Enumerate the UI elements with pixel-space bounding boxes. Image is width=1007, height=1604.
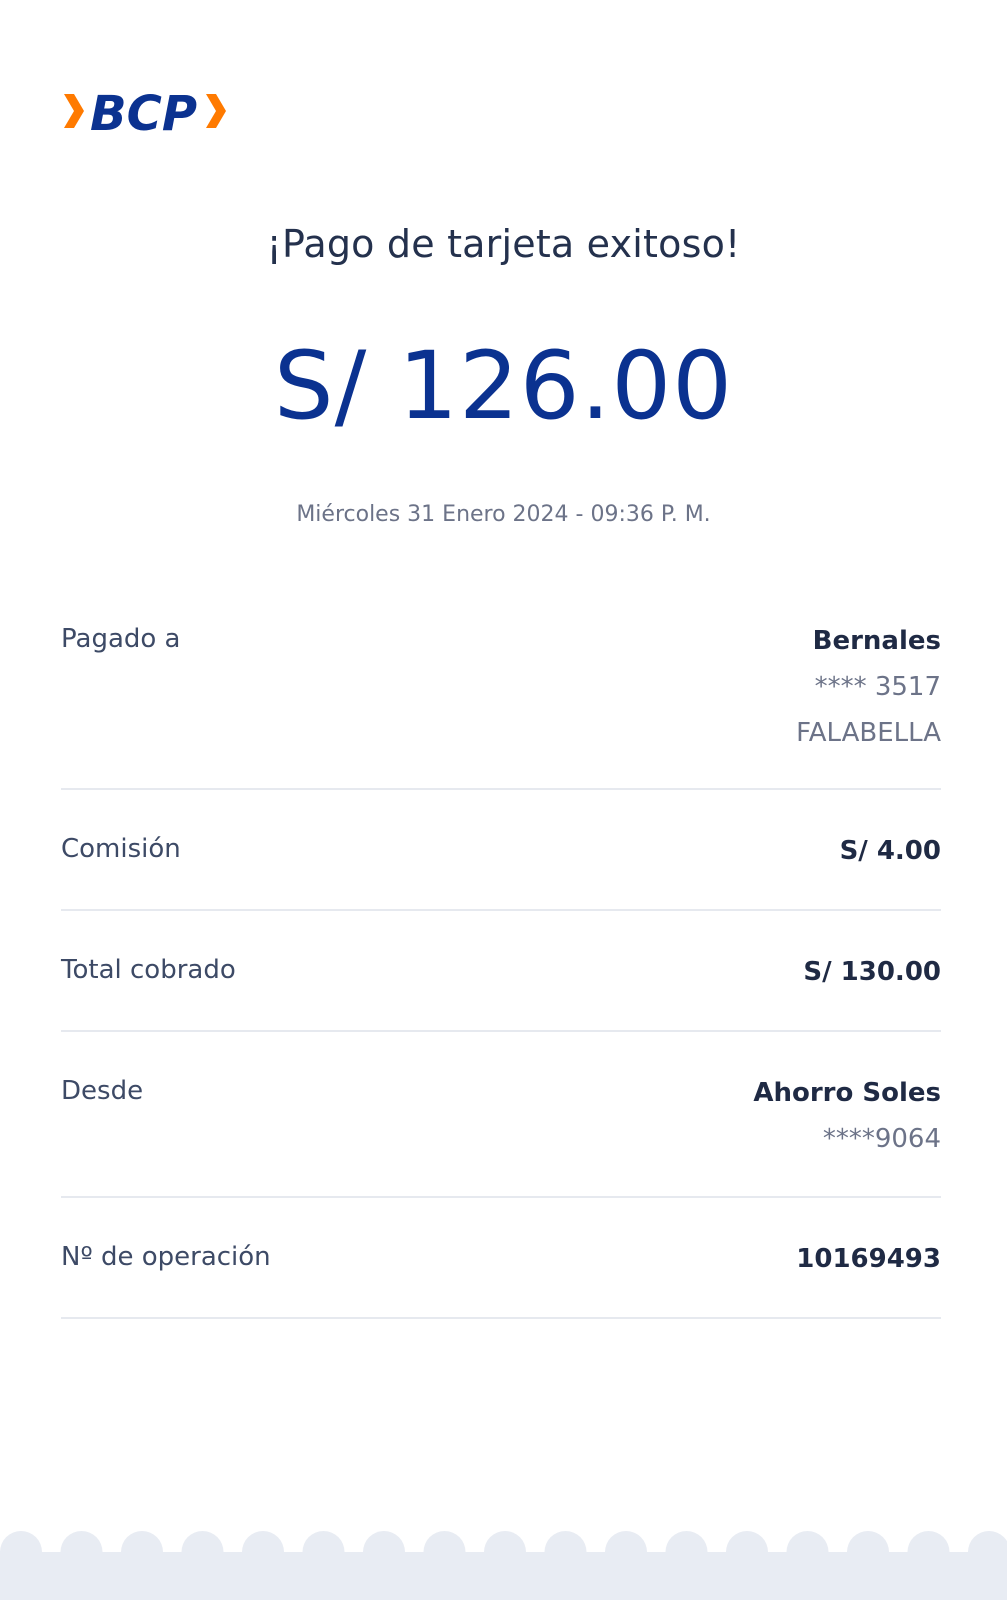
paid-to-card: **** 3517 bbox=[814, 672, 941, 702]
operation-value-wrap: 10169493 bbox=[796, 1236, 941, 1282]
paid-to-entity: FALABELLA bbox=[796, 718, 941, 748]
commission-value: S/ 4.00 bbox=[839, 836, 941, 866]
detail-row-operation: Nº de operación 10169493 bbox=[61, 1198, 941, 1319]
from-label: Desde bbox=[61, 1076, 144, 1106]
receipt-scalloped-edge bbox=[0, 1530, 1007, 1600]
from-account: Ahorro Soles bbox=[753, 1078, 941, 1108]
scallop-bump bbox=[302, 1531, 345, 1573]
scallop-bump bbox=[907, 1531, 950, 1573]
bcp-logo: BCP bbox=[60, 84, 240, 140]
scallop-bump bbox=[242, 1531, 284, 1573]
paid-to-name: Bernales bbox=[812, 626, 941, 656]
detail-row-commission: Comisión S/ 4.00 bbox=[61, 790, 941, 911]
total-value: S/ 130.00 bbox=[803, 957, 941, 987]
page-title: ¡Pago de tarjeta exitoso! bbox=[266, 222, 741, 266]
details-list: Pagado a Bernales **** 3517 FALABELLA Co… bbox=[61, 612, 941, 1319]
payment-amount: S/ 126.00 bbox=[273, 332, 734, 441]
transaction-datetime: Miércoles 31 Enero 2024 - 09:36 P. M. bbox=[296, 502, 711, 527]
operation-number: 10169493 bbox=[796, 1244, 941, 1274]
total-label: Total cobrado bbox=[61, 955, 236, 985]
operation-label: Nº de operación bbox=[61, 1242, 271, 1272]
scallop-bump bbox=[605, 1531, 647, 1573]
from-account-number: ****9064 bbox=[822, 1124, 941, 1154]
scallop-bump bbox=[786, 1531, 829, 1573]
scallop-bump bbox=[484, 1531, 526, 1573]
commission-value-wrap: S/ 4.00 bbox=[840, 828, 941, 874]
scallop-bump bbox=[60, 1531, 103, 1573]
from-value: Ahorro Soles ****9064 bbox=[753, 1070, 941, 1162]
scallop-bump bbox=[363, 1531, 405, 1573]
paid-to-value: Bernales **** 3517 FALABELLA bbox=[796, 618, 941, 756]
detail-row-total: Total cobrado S/ 130.00 bbox=[61, 911, 941, 1032]
scallop-bump bbox=[0, 1531, 42, 1573]
paid-to-label: Pagado a bbox=[61, 624, 181, 654]
detail-row-from: Desde Ahorro Soles ****9064 bbox=[61, 1032, 941, 1198]
scallop-bump bbox=[665, 1531, 708, 1573]
scallop-bump bbox=[181, 1531, 224, 1573]
scallop-bump bbox=[847, 1531, 889, 1573]
scallop-bump bbox=[423, 1531, 466, 1573]
scallop-bump bbox=[121, 1531, 163, 1573]
scallop-bump bbox=[544, 1531, 587, 1573]
detail-row-paid-to: Pagado a Bernales **** 3517 FALABELLA bbox=[61, 612, 941, 790]
total-value-wrap: S/ 130.00 bbox=[803, 949, 941, 995]
logo-text: BCP bbox=[90, 86, 197, 140]
scallop-bump bbox=[726, 1531, 768, 1573]
commission-label: Comisión bbox=[61, 834, 181, 864]
